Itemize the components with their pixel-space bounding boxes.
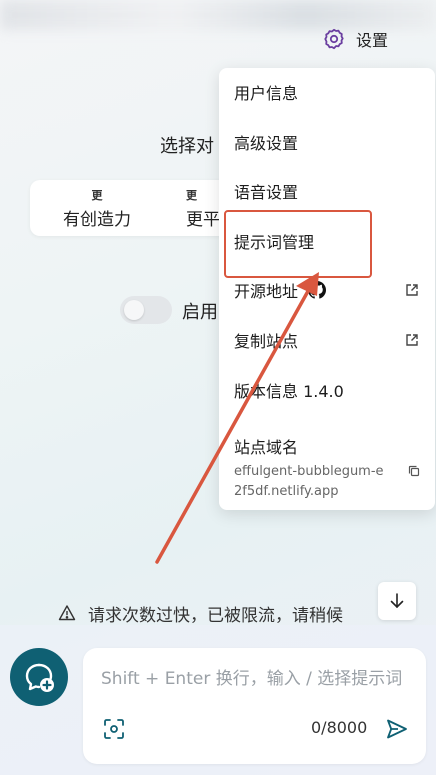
settings-label: 设置 bbox=[356, 31, 389, 50]
gear-icon bbox=[324, 28, 344, 50]
scan-icon[interactable] bbox=[103, 718, 125, 740]
enable-toggle-label: 启用 bbox=[182, 302, 218, 323]
settings-dropdown-menu: 用户信息 高级设置 语音设置 提示词管理 开源地址 复制站点 版本信息 1.4.… bbox=[219, 68, 435, 510]
menu-item-user-info[interactable]: 用户信息 bbox=[219, 72, 435, 112]
menu-item-label: 复制站点 bbox=[234, 332, 299, 351]
menu-item-label: 开源地址 bbox=[234, 282, 299, 301]
external-link-icon bbox=[406, 284, 418, 296]
send-icon[interactable] bbox=[385, 717, 409, 741]
menu-item-label: 用户信息 bbox=[234, 84, 299, 103]
menu-item-version-info[interactable]: 版本信息 1.4.0 bbox=[219, 370, 435, 410]
message-input[interactable] bbox=[101, 664, 411, 694]
mode-creative-label: 有创造力 bbox=[63, 210, 131, 230]
menu-item-label: 版本信息 1.4.0 bbox=[234, 382, 344, 401]
mode-creative-prefix: 更 bbox=[91, 189, 103, 202]
settings-button[interactable]: 设置 bbox=[322, 24, 388, 54]
site-domain-title: 站点域名 bbox=[234, 438, 299, 457]
char-counter: 0/8000 bbox=[311, 718, 368, 737]
arrow-down-icon bbox=[390, 593, 404, 609]
github-icon bbox=[308, 281, 327, 299]
menu-item-open-source[interactable]: 开源地址 bbox=[219, 270, 435, 310]
rate-limit-notice: 请求次数过快，已被限流，请稍候 bbox=[58, 598, 378, 628]
menu-item-label: 高级设置 bbox=[234, 134, 299, 153]
site-domain-url: effulgent-bubblegum-e2f5df.netlify.app bbox=[234, 464, 384, 499]
menu-item-copy-site[interactable]: 复制站点 bbox=[219, 320, 435, 360]
copy-icon[interactable] bbox=[407, 464, 421, 478]
toggle-knob bbox=[124, 300, 144, 320]
menu-item-voice-settings[interactable]: 语音设置 bbox=[219, 171, 435, 211]
warning-icon bbox=[58, 605, 76, 621]
mode-creative[interactable]: 更 有创造力 bbox=[52, 180, 142, 236]
external-link-icon bbox=[406, 334, 418, 346]
new-chat-icon bbox=[25, 663, 54, 692]
menu-item-advanced-settings[interactable]: 高级设置 bbox=[219, 122, 435, 162]
select-mode-title: 选择对 bbox=[160, 136, 214, 157]
menu-item-label: 语音设置 bbox=[234, 183, 299, 202]
menu-item-site-domain[interactable]: 站点域名 effulgent-bubblegum-e2f5df.netlify.… bbox=[234, 434, 429, 502]
menu-item-prompt-management[interactable]: 提示词管理 bbox=[219, 221, 435, 261]
rate-limit-text: 请求次数过快，已被限流，请稍候 bbox=[88, 605, 343, 626]
scroll-to-bottom-button[interactable] bbox=[378, 582, 416, 620]
new-chat-button[interactable] bbox=[10, 648, 68, 706]
enable-toggle[interactable] bbox=[120, 296, 172, 324]
message-composer: 0/8000 bbox=[83, 648, 426, 764]
menu-item-label: 提示词管理 bbox=[234, 233, 315, 252]
